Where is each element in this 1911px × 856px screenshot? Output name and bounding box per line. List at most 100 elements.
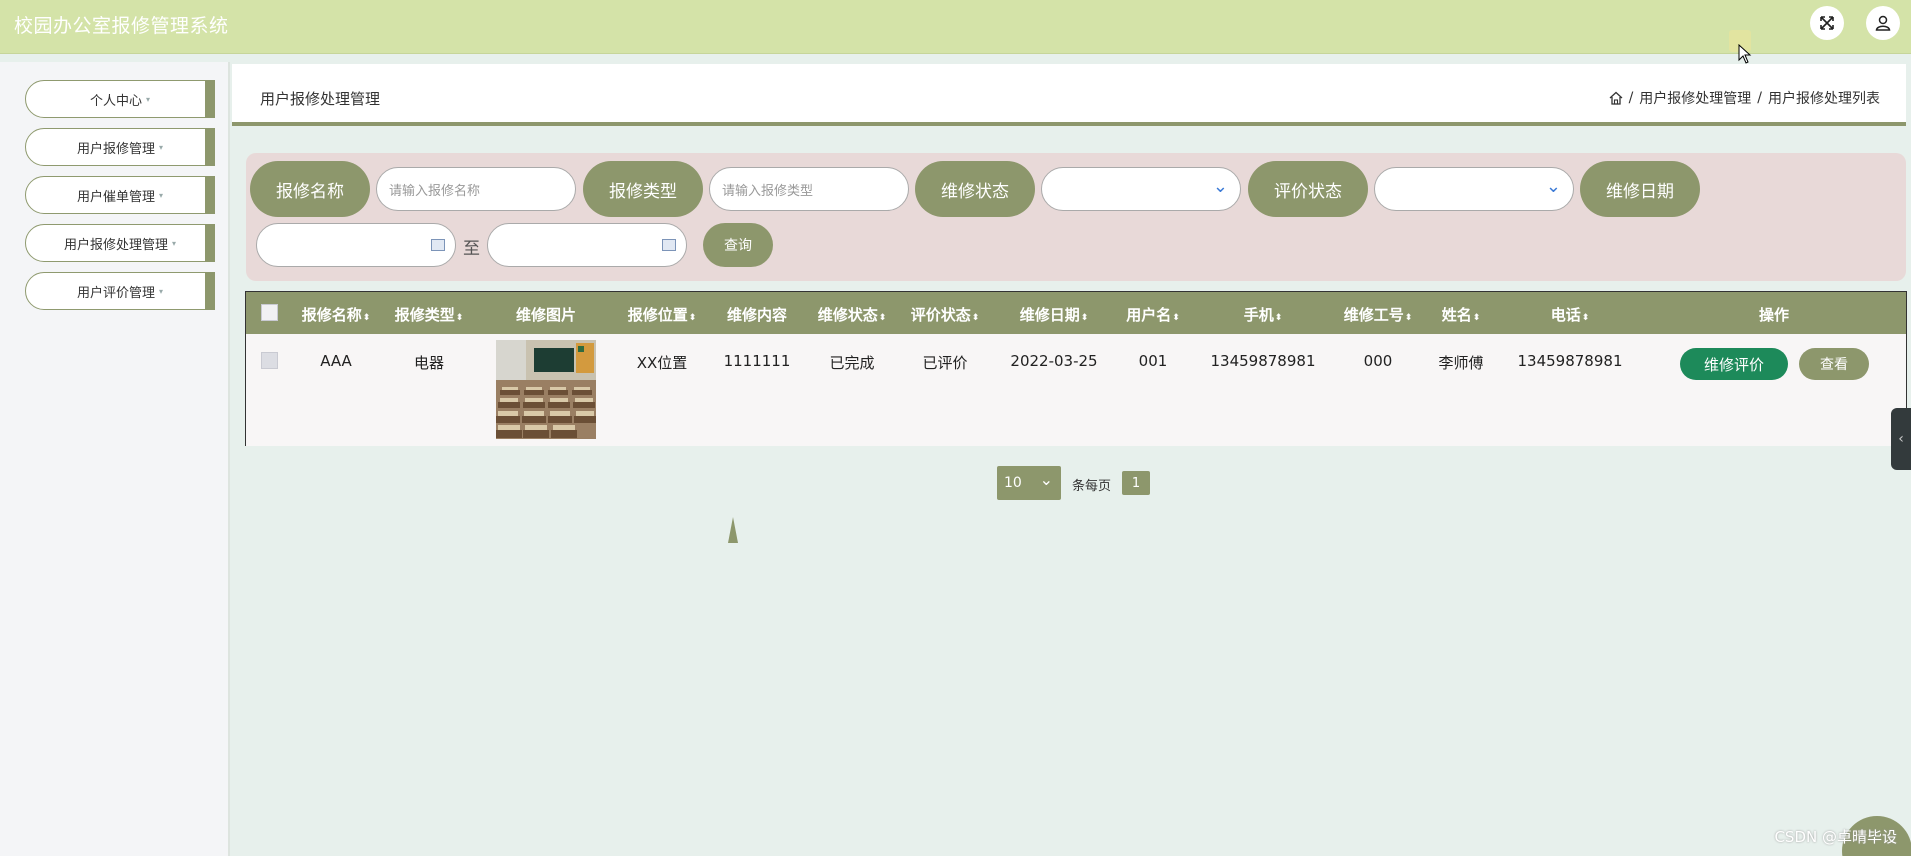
top-header: 校园办公室报修管理系统 <box>0 0 1911 54</box>
collapse-handle-button[interactable]: ‹ <box>1891 408 1911 470</box>
sort-icon[interactable]: ⬍ <box>456 313 464 323</box>
column-header-repair-date[interactable]: 维修日期⬍ <box>1020 304 1089 325</box>
sidebar-item-label: 用户报修管理 <box>76 141 155 157</box>
sort-icon[interactable]: ⬍ <box>1081 313 1089 323</box>
select-all-checkbox[interactable] <box>261 304 278 321</box>
breadcrumb-current: 用户报修处理列表 <box>1768 91 1880 107</box>
sort-icon[interactable]: ⬍ <box>689 313 697 323</box>
sidebar-item-label: 用户催单管理 <box>76 189 155 205</box>
query-button[interactable]: 查询 <box>703 223 773 267</box>
repair-name-input[interactable]: 请输入报修名称 <box>376 167 576 211</box>
sort-icon[interactable]: ⬍ <box>1275 313 1283 323</box>
cell-worker-phone: 13459878981 <box>1517 352 1623 370</box>
page-size-value: 10 <box>1004 475 1022 491</box>
column-header-repair-type[interactable]: 报修类型⬍ <box>395 304 464 325</box>
cell-location: XX位置 <box>636 354 688 372</box>
repair-type-label: 报修类型 <box>583 161 703 217</box>
page-number-button[interactable]: 1 <box>1122 471 1150 495</box>
breadcrumb-separator: / <box>1757 90 1762 106</box>
column-label: 电话 <box>1550 306 1581 324</box>
app-title: 校园办公室报修管理系统 <box>14 15 229 37</box>
cell-worker-name: 李师傅 <box>1438 354 1484 372</box>
classroom-photo-icon <box>496 340 596 439</box>
breadcrumb-separator: / <box>1628 90 1634 106</box>
cell-worker-id: 000 <box>1363 352 1393 370</box>
date-range-separator: 至 <box>463 239 480 259</box>
date-end-input[interactable] <box>487 223 687 267</box>
sort-icon[interactable]: ⬍ <box>363 313 371 323</box>
column-header-worker-name[interactable]: 姓名⬍ <box>1442 304 1481 325</box>
sidebar-item-repair-management[interactable]: 用户报修管理 ▾ <box>25 128 215 166</box>
column-label: 用户名 <box>1126 306 1172 324</box>
user-button[interactable] <box>1866 6 1900 40</box>
cell-repair-status: 已完成 <box>829 354 875 372</box>
date-start-input[interactable] <box>256 223 456 267</box>
repair-image[interactable] <box>496 340 596 439</box>
repair-type-input[interactable]: 请输入报修类型 <box>709 167 909 211</box>
column-label: 手机 <box>1243 306 1274 324</box>
table-row: AAA 电器 XX位置 1111111 已完成 已评价 2022-03-25 0… <box>246 334 1906 446</box>
per-page-label: 条每页 <box>1072 479 1112 494</box>
column-label: 维修图片 <box>515 306 577 324</box>
sidebar-item-label: 个人中心 <box>89 93 142 109</box>
chevron-down-icon: ▾ <box>146 94 151 104</box>
repair-date-label: 维修日期 <box>1580 161 1700 217</box>
column-header-worker-id[interactable]: 维修工号⬍ <box>1344 304 1413 325</box>
column-label: 操作 <box>1758 306 1790 324</box>
eval-status-label: 评价状态 <box>1248 161 1368 217</box>
sidebar: 个人中心 ▾ 用户报修管理 ▾ 用户催单管理 ▾ 用户报修处理管理 ▾ 用户评价管理 ▾ <box>0 62 230 856</box>
sidebar-item-personal-center[interactable]: 个人中心 ▾ <box>25 80 215 118</box>
column-header-username[interactable]: 用户名⬍ <box>1126 304 1180 325</box>
table-header: 报修名称⬍ 报修类型⬍ 维修图片 报修位置⬍ 维修内容 维修状态⬍ 评价状态⬍ … <box>246 292 1906 334</box>
column-label: 维修内容 <box>726 306 788 324</box>
page-size-select[interactable]: 10 <box>997 466 1061 500</box>
sort-icon[interactable]: ⬍ <box>1473 313 1481 323</box>
fullscreen-button[interactable] <box>1810 6 1844 40</box>
cell-repair-type: 电器 <box>413 354 445 372</box>
column-label: 维修工号 <box>1343 306 1404 324</box>
sort-icon[interactable]: ⬍ <box>1582 313 1590 323</box>
repair-evaluate-button[interactable]: 维修评价 <box>1680 348 1788 380</box>
repair-status-label: 维修状态 <box>915 161 1035 217</box>
column-header-content: 维修内容 <box>727 304 787 325</box>
column-header-worker-phone[interactable]: 电话⬍ <box>1551 304 1590 325</box>
eval-status-select[interactable] <box>1374 167 1574 211</box>
sort-icon[interactable]: ⬍ <box>879 313 887 323</box>
sort-icon[interactable]: ⬍ <box>972 313 980 323</box>
cell-content: 1111111 <box>723 352 791 370</box>
user-icon <box>1875 15 1891 31</box>
sidebar-item-label: 用户评价管理 <box>76 285 155 301</box>
cell-username: 001 <box>1138 352 1168 370</box>
column-header-location[interactable]: 报修位置⬍ <box>628 304 697 325</box>
row-checkbox[interactable] <box>261 352 278 369</box>
view-button[interactable]: 查看 <box>1799 348 1869 380</box>
chevron-left-icon: ‹ <box>1898 431 1904 447</box>
sidebar-item-repair-processing[interactable]: 用户报修处理管理 ▾ <box>25 224 215 262</box>
mouse-cursor-icon <box>1738 44 1752 64</box>
fullscreen-icon <box>1820 16 1834 30</box>
repair-status-select[interactable] <box>1041 167 1241 211</box>
column-header-phone[interactable]: 手机⬍ <box>1244 304 1283 325</box>
column-label: 报修类型 <box>394 306 455 324</box>
column-header-eval-status[interactable]: 评价状态⬍ <box>911 304 980 325</box>
breadcrumb-bar: 用户报修处理管理 / 用户报修处理管理 / 用户报修处理列表 <box>232 64 1906 126</box>
sort-icon[interactable]: ⬍ <box>1405 313 1413 323</box>
chevron-down-icon: ▾ <box>159 286 164 296</box>
column-label: 评价状态 <box>910 306 971 324</box>
column-label: 姓名 <box>1441 306 1472 324</box>
sidebar-item-reminder-management[interactable]: 用户催单管理 ▾ <box>25 176 215 214</box>
column-header-repair-image: 维修图片 <box>516 304 576 325</box>
decorative-spike <box>728 517 738 543</box>
calendar-icon[interactable] <box>431 239 445 251</box>
column-label: 维修状态 <box>817 306 878 324</box>
sort-icon[interactable]: ⬍ <box>1172 313 1180 323</box>
repair-name-label: 报修名称 <box>250 161 370 217</box>
home-icon[interactable] <box>1609 91 1623 105</box>
column-header-repair-status[interactable]: 维修状态⬍ <box>818 304 887 325</box>
sidebar-item-evaluation-management[interactable]: 用户评价管理 ▾ <box>25 272 215 310</box>
calendar-icon[interactable] <box>662 239 676 251</box>
breadcrumb-link[interactable]: 用户报修处理管理 <box>1639 88 1751 108</box>
column-header-repair-name[interactable]: 报修名称⬍ <box>302 304 371 325</box>
column-label: 报修位置 <box>627 306 688 324</box>
cell-repair-name: AAA <box>320 352 352 370</box>
